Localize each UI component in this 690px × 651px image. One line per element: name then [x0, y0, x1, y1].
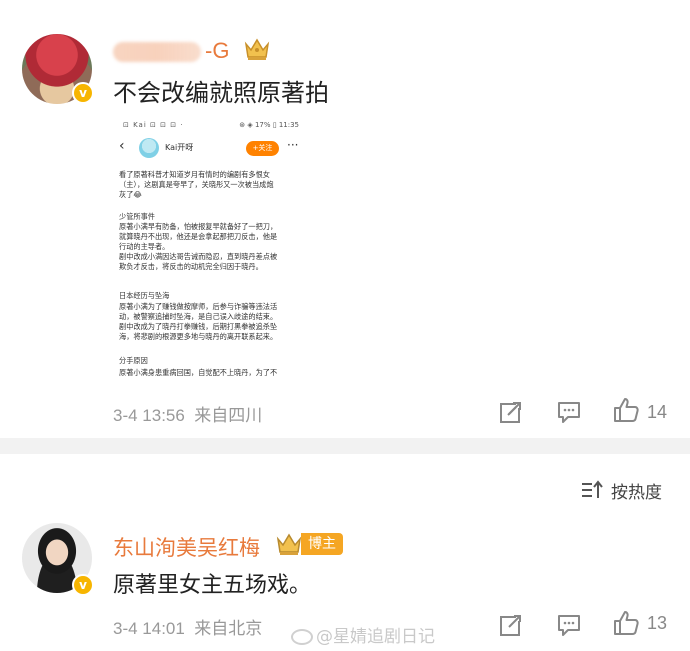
comment-icon[interactable] [556, 399, 582, 425]
screenshot-line: 就算晓丹不出现，他还是会拿起那把刀反击，他是 [119, 232, 278, 241]
verified-badge-icon: v [72, 574, 94, 596]
crown-icon [276, 533, 302, 555]
like-count: 13 [647, 613, 668, 633]
author-avatar [139, 138, 159, 158]
back-chevron-icon: ‹ [119, 138, 125, 154]
screenshot-line: 剧中改成为了晓丹打拳赚钱，后期打黑拳被追杀坠 [119, 322, 278, 331]
like-thumb-icon[interactable] [612, 609, 640, 637]
section-divider [0, 438, 690, 454]
sort-icon [582, 480, 603, 498]
follow-button: +关注 [246, 141, 279, 156]
like-count: 14 [647, 402, 668, 422]
screenshot-line: 原著小满身患重病回国，自觉配不上晓丹，为了不 [119, 368, 278, 377]
location: 来自北京 [194, 619, 263, 638]
screenshot-line: 欺负才反击，将反击的动机完全归因于晓丹。 [119, 262, 263, 271]
weibo-logo-icon [291, 629, 313, 645]
timestamp: 3-4 13:56 [113, 406, 185, 425]
author-name: Kai开呀 [165, 143, 194, 152]
comment-text: 原著里女主五场戏。 [113, 573, 312, 598]
blogger-badge: 博主 [301, 533, 343, 555]
post-header: ‹ Kai开呀 +关注 ··· [113, 136, 311, 160]
crown-icon [244, 38, 270, 60]
timestamp: 3-4 14:01 [113, 619, 185, 638]
comment-meta: 3-4 14:01 来自北京 [113, 614, 262, 639]
screenshot-line: 少管所事件 [119, 212, 155, 221]
screenshot-line: 动，被警察追捕时坠海，是自己误入歧途的结束。 [119, 312, 278, 321]
screenshot-line: 灰了😂 [119, 190, 142, 199]
comment-icon[interactable] [556, 612, 582, 638]
status-bar: ⊡ Kai ⊡ ⊡ ⊡ · ⊛ ◈ 17% ▯ 11:35 [123, 121, 299, 129]
screenshot-line: 看了原著科普才知道岁月有情时的编剧有多恨女 [119, 170, 270, 179]
screenshot-line: 海，将悲剧的根源更多地与晓丹的离开联系起来。 [119, 332, 278, 341]
share-icon[interactable] [498, 612, 524, 638]
share-icon[interactable] [498, 399, 524, 425]
screenshot-line: 分手原因 [119, 356, 148, 365]
screenshot-line: 日本经历与坠海 [119, 291, 170, 300]
verified-badge-icon: v [72, 82, 94, 104]
screenshot-line: 剧中改成小满因达哥告诫而隐忍，直到晓丹差点被 [119, 252, 278, 261]
username[interactable]: -G [113, 38, 229, 64]
comment-text: 不会改编就照原著拍 [113, 79, 329, 107]
location: 来自四川 [194, 406, 263, 425]
comment-item: v -G 不会改编就照原著拍 ⊡ Kai ⊡ ⊡ ⊡ · ⊛ ◈ 17% ▯ 1… [0, 0, 690, 438]
username[interactable]: 东山洵美吴红梅 [113, 532, 260, 562]
screenshot-line: （主），这剧真是夸早了，关晓彤又一次被当成炮 [119, 180, 274, 189]
watermark: @星婧追剧日记 [291, 622, 435, 647]
blurred-name-mask [113, 42, 201, 63]
screenshot-line: 原著小满早有防备，怕被报复早就备好了一把刀， [119, 222, 278, 231]
comment-thread: v -G 不会改编就照原著拍 ⊡ Kai ⊡ ⊡ ⊡ · ⊛ ◈ 17% ▯ 1… [0, 0, 690, 651]
screenshot-line: 原著小满为了赚钱做按摩师，后参与诈骗等违法活 [119, 302, 278, 311]
screenshot-line: 行动的主导者。 [119, 242, 170, 251]
comment-meta: 3-4 13:56 来自四川 [113, 401, 262, 426]
embedded-screenshot-image[interactable]: ⊡ Kai ⊡ ⊡ ⊡ · ⊛ ◈ 17% ▯ 11:35 ‹ Kai开呀 +关… [113, 118, 311, 384]
sort-label: 按热度 [611, 483, 662, 503]
like-thumb-icon[interactable] [612, 396, 640, 424]
more-icon: ··· [287, 138, 299, 152]
